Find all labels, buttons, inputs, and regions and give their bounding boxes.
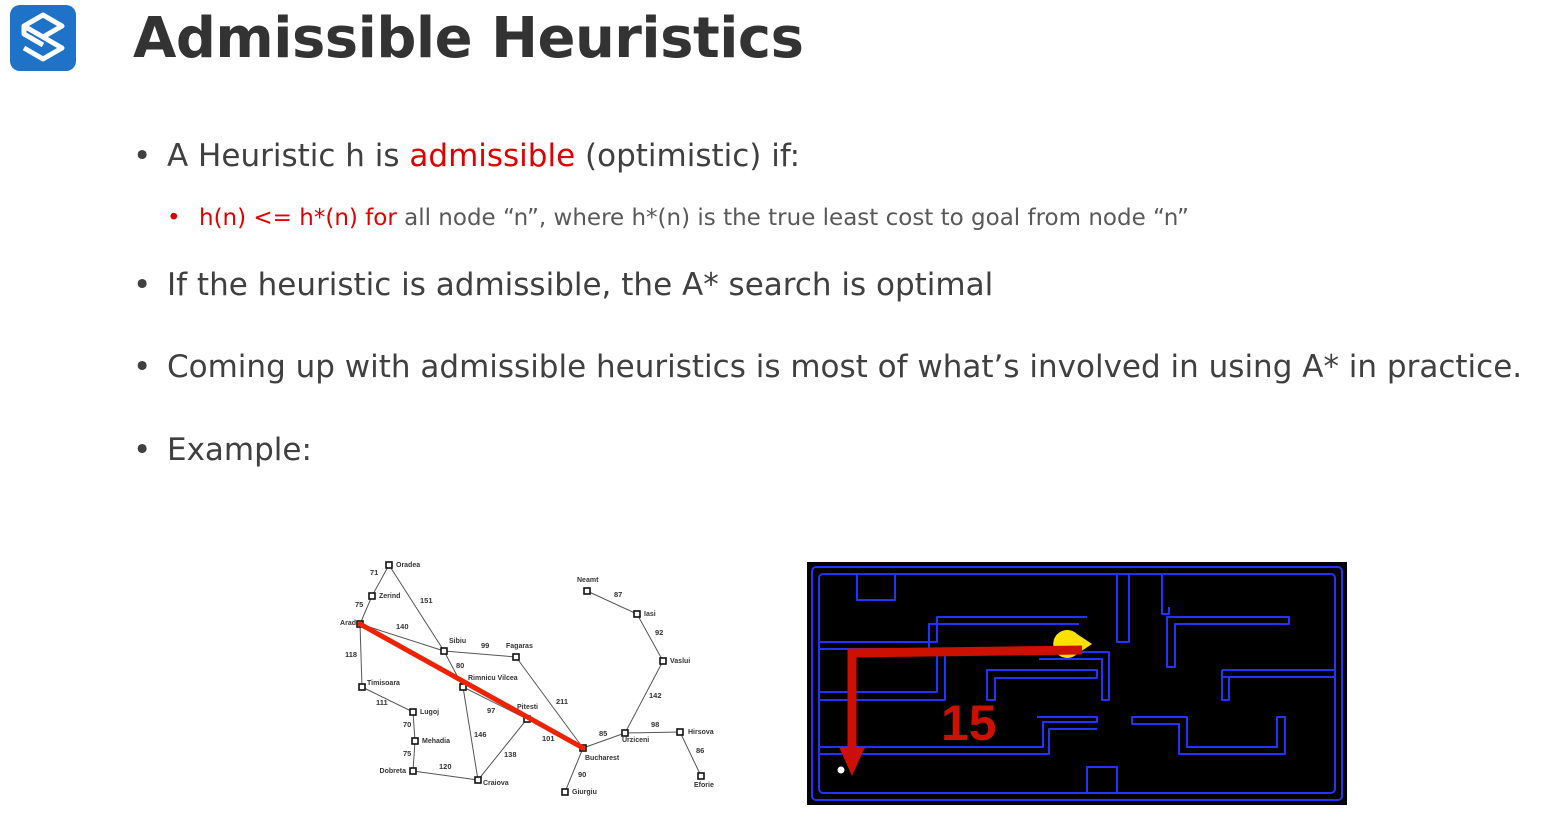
condition-highlight: h(n) <= h*(n) for [199, 205, 397, 231]
bullet-icon: • [133, 432, 152, 468]
city-label: Eforie [694, 782, 714, 789]
road-cost-label: 98 [651, 720, 659, 729]
city-label: Fagaras [506, 643, 533, 650]
city-node [659, 657, 667, 665]
bullet-icon: • [133, 267, 152, 303]
city-label: Iasi [644, 611, 656, 618]
road-cost-label: 80 [456, 661, 464, 670]
city-node [411, 737, 419, 745]
city-node [583, 587, 591, 595]
road-cost-label: 118 [345, 650, 357, 659]
road-cost-label: 75 [403, 749, 411, 758]
road-edge [412, 711, 416, 742]
road-edge [412, 770, 479, 781]
road-edge [624, 731, 681, 734]
bullet-icon: • [133, 138, 152, 174]
pacman-maze-figure: 15 [807, 562, 1347, 805]
city-node [409, 767, 417, 775]
road-cost-label: 99 [481, 641, 489, 650]
city-node [512, 653, 520, 661]
city-label: Craiova [483, 780, 509, 787]
city-node [697, 772, 705, 780]
road-edge [388, 564, 445, 652]
city-label: Sibiu [449, 638, 466, 645]
road-cost-label: 151 [420, 596, 433, 605]
logo-mark-icon [21, 12, 65, 62]
city-node [474, 776, 482, 784]
road-edge [412, 740, 416, 772]
city-label: Bucharest [585, 755, 620, 762]
bullet-icon: • [133, 349, 152, 385]
city-node [409, 708, 417, 716]
admissible-highlight: admissible [409, 138, 576, 174]
bullet-practice: • Coming up with admissible heuristics is… [133, 349, 1523, 385]
city-node [368, 592, 376, 600]
road-edge [586, 590, 638, 615]
city-label: Lugoj [420, 709, 439, 716]
bullet-optimality: • If the heuristic is admissible, the A* … [133, 267, 994, 303]
page-title: Admissible Heuristics [133, 6, 804, 71]
city-label: Mehadia [422, 738, 450, 745]
food-pellet [837, 766, 845, 774]
city-node [385, 561, 393, 569]
road-edge [477, 718, 528, 781]
city-label: Hirsova [688, 729, 714, 736]
city-label: Urziceni [622, 737, 649, 744]
road-edge [359, 623, 363, 688]
road-edge [443, 650, 517, 658]
road-cost-label: 146 [474, 730, 487, 739]
city-label: Oradea [396, 562, 420, 569]
city-label: Dobreta [380, 768, 407, 775]
distance-label: 15 [941, 695, 997, 751]
city-label: Zerind [379, 593, 400, 600]
road-cost-label: 90 [578, 770, 586, 779]
road-cost-label: 101 [542, 734, 555, 743]
city-node [621, 729, 629, 737]
road-cost-label: 75 [355, 600, 363, 609]
city-node [561, 788, 569, 796]
road-cost-label: 211 [556, 697, 568, 706]
road-cost-label: 87 [614, 590, 622, 599]
city-node [358, 683, 366, 691]
road-cost-label: 86 [696, 746, 704, 755]
road-cost-label: 140 [396, 622, 409, 631]
city-label: Giurgiu [572, 789, 597, 796]
road-cost-label: 111 [376, 698, 388, 707]
road-cost-label: 70 [403, 720, 411, 729]
bullet-example: • Example: [133, 432, 312, 468]
city-node [676, 728, 684, 736]
road-cost-label: 92 [655, 628, 663, 637]
road-cost-label: 97 [487, 706, 495, 715]
city-label: Vaslui [670, 658, 690, 665]
city-label: Timisoara [367, 680, 400, 687]
road-edge [636, 613, 664, 662]
road-cost-label: 120 [439, 762, 452, 771]
romania-map-figure: Oradea Zerind Arad Timisoara Lugoj Mehadia Dob… [340, 561, 714, 796]
city-node [440, 647, 448, 655]
road-cost-label: 142 [649, 691, 662, 700]
road-cost-label: 85 [599, 729, 607, 738]
road-cost-label: 71 [370, 568, 378, 577]
city-label: Rimnicu Vilcea [468, 675, 518, 682]
road-cost-label: 138 [504, 750, 517, 759]
city-label: Pitesti [517, 704, 538, 711]
bullet-admissible-definition: • A Heuristic h is admissible (optimistic… [133, 138, 801, 174]
city-label: Neamt [577, 577, 599, 584]
city-node [633, 610, 641, 618]
sub-bullet-icon: • [167, 205, 181, 231]
city-label: Arad [340, 620, 356, 627]
sub-bullet-condition: • h(n) <= h*(n) for all node “n”, where h… [167, 205, 1189, 231]
logo [10, 5, 76, 71]
